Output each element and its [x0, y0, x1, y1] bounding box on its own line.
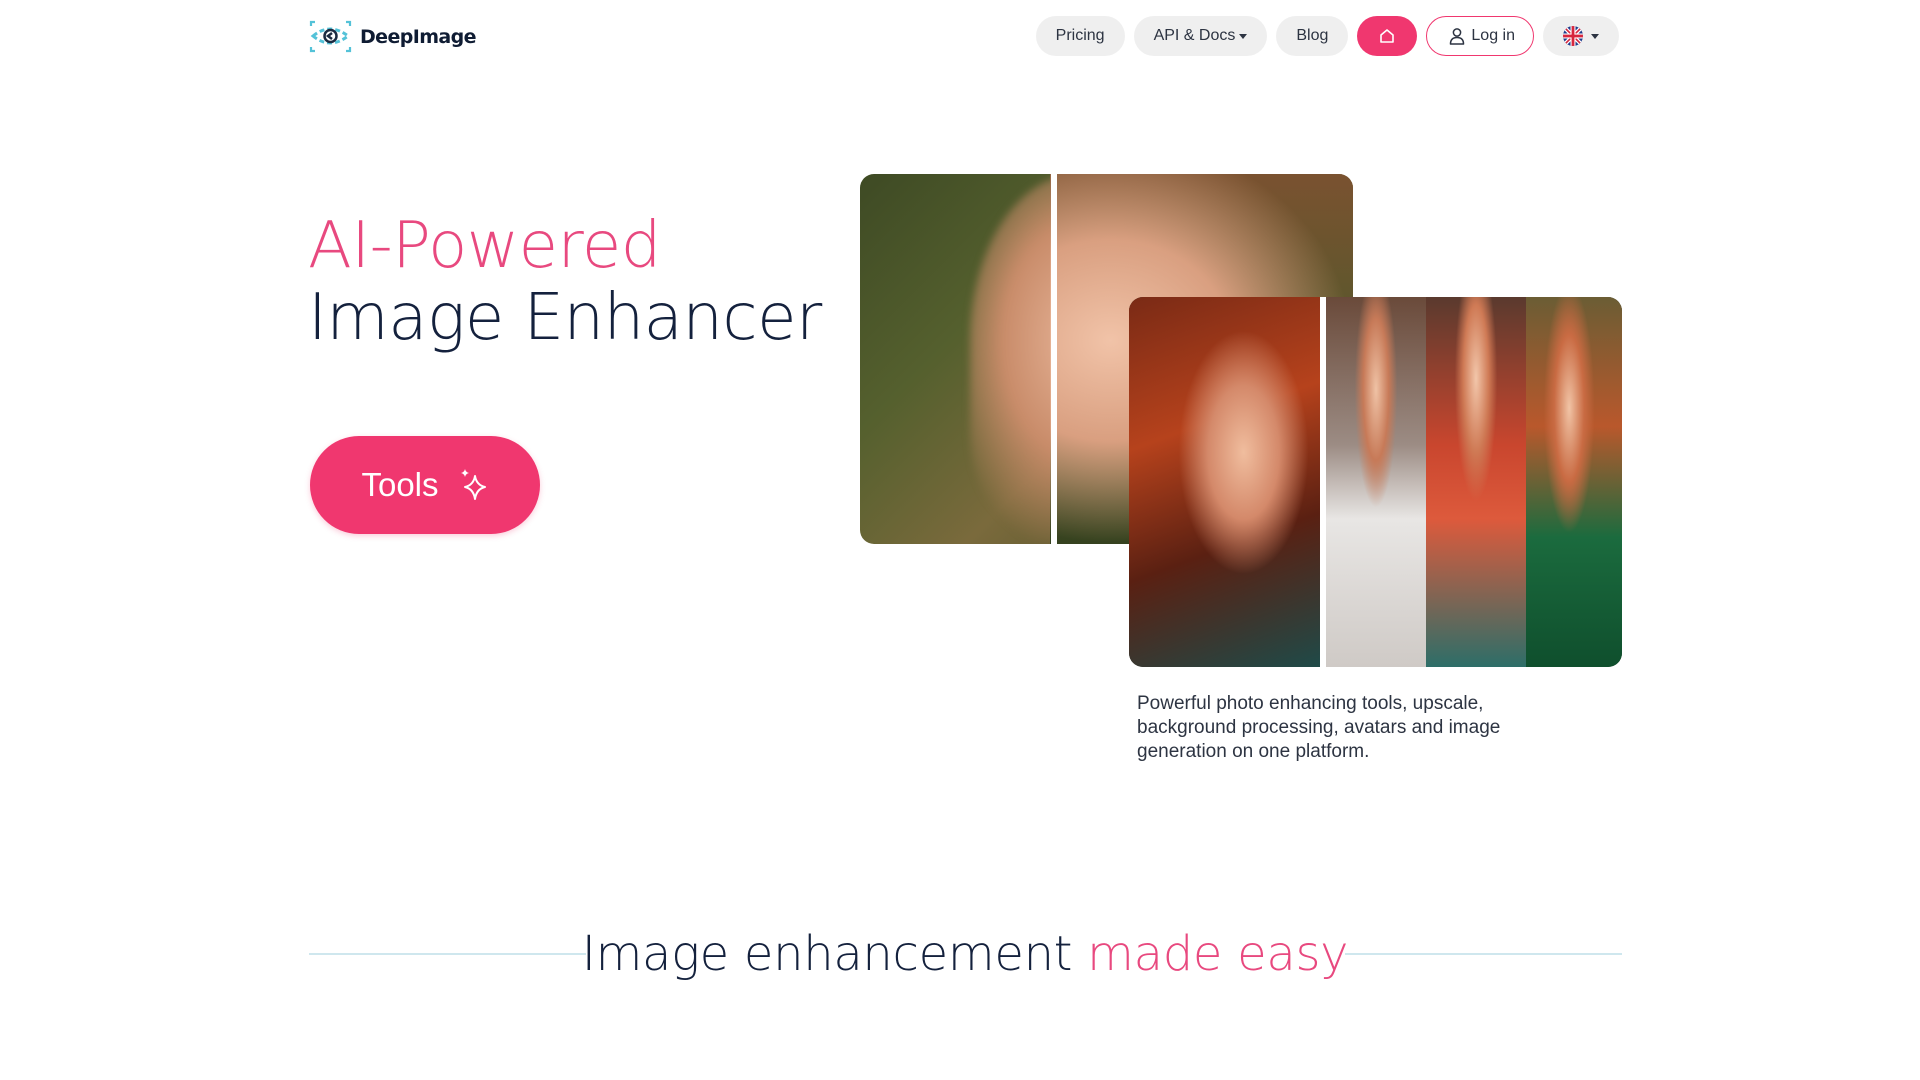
- home-button[interactable]: [1357, 16, 1418, 56]
- section-title-main: Image enhancement: [581, 926, 1088, 982]
- language-selector[interactable]: [1543, 16, 1619, 56]
- logo[interactable]: DeepImage: [309, 20, 477, 53]
- tools-button-label: Tools: [361, 466, 439, 503]
- login-label: Log in: [1471, 27, 1515, 44]
- nav-api-docs-dropdown[interactable]: API & Docs: [1133, 16, 1268, 56]
- hero-title-accent: AI-Powered: [308, 209, 661, 283]
- nav-api-docs-label: API & Docs: [1153, 27, 1236, 44]
- comparison-divider: [1051, 174, 1057, 544]
- site-header: DeepImage Pricing API & Docs Blog Log in: [0, 0, 1920, 72]
- hero-title: AI-Powered Image Enhancer: [308, 210, 822, 354]
- sparkles-icon: [460, 469, 486, 500]
- user-icon: [1450, 28, 1465, 45]
- tools-button[interactable]: Tools: [310, 436, 540, 534]
- caret-down-icon: [1591, 33, 1599, 39]
- logo-text: DeepImage: [360, 25, 477, 48]
- hero-title-main: Image Enhancer: [308, 281, 822, 355]
- eye-logo-icon: [309, 20, 352, 53]
- avatar-green-dress: [1526, 297, 1622, 667]
- section-title: Image enhancement made easy: [0, 924, 1920, 984]
- nav-blog[interactable]: Blog: [1276, 16, 1349, 56]
- hero-caption: Powerful photo enhancing tools, upscale,…: [1137, 693, 1501, 762]
- avatar-generation-image: [1129, 297, 1622, 667]
- nav-blog-label: Blog: [1296, 27, 1329, 44]
- avatar-kimono: [1426, 297, 1526, 667]
- home-icon: [1380, 29, 1395, 43]
- section-title-accent: made easy: [1087, 926, 1349, 982]
- caret-down-icon: [1239, 33, 1248, 39]
- uk-flag-icon: [1563, 26, 1583, 46]
- main-nav: Pricing API & Docs Blog Log in: [1035, 16, 1619, 56]
- original-portrait: [1129, 297, 1320, 667]
- nav-pricing-label: Pricing: [1055, 27, 1105, 44]
- login-button[interactable]: Log in: [1426, 16, 1534, 56]
- nav-pricing[interactable]: Pricing: [1035, 16, 1125, 56]
- avatar-wedding-dress: [1326, 297, 1426, 667]
